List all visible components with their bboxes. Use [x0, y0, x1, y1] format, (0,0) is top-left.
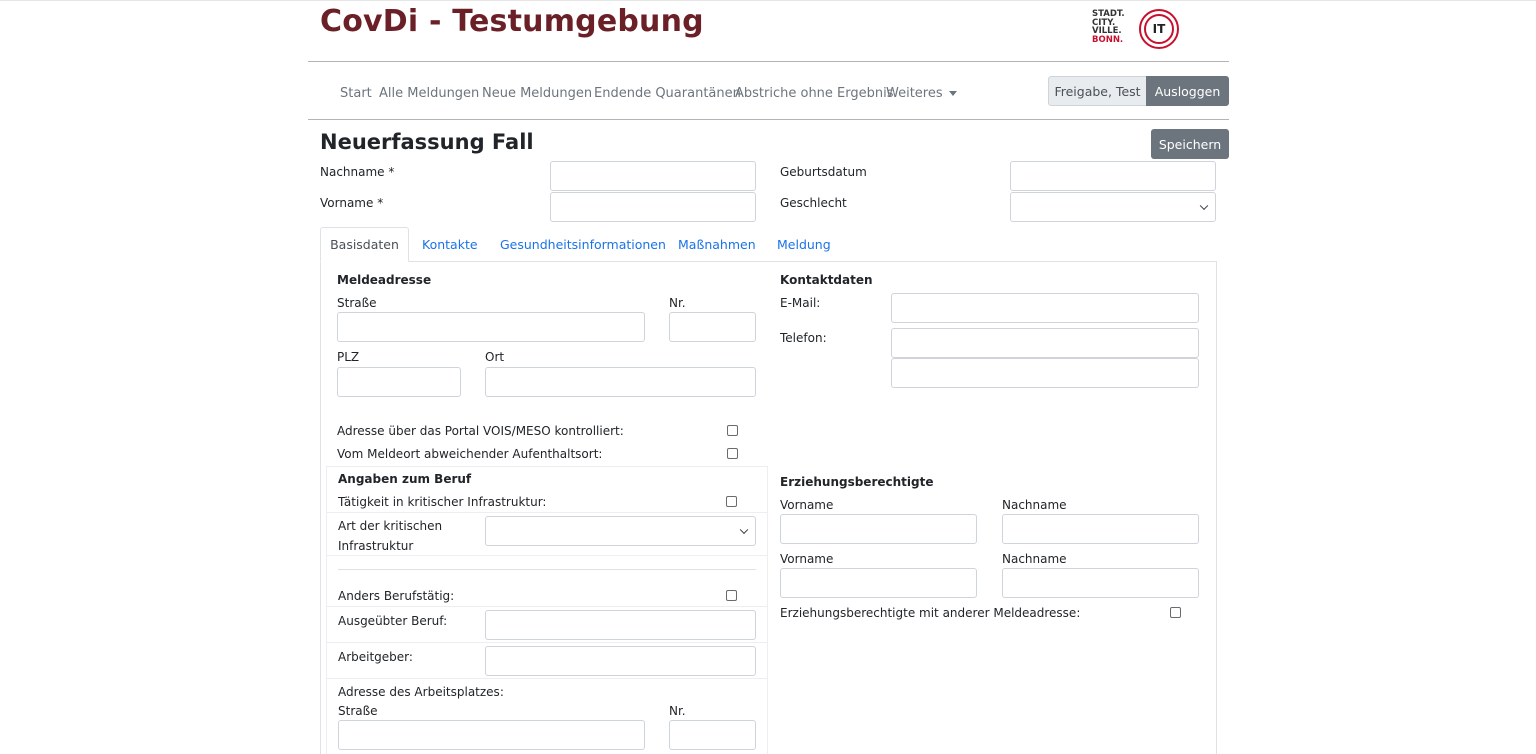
- erziehung-nachname-input-2[interactable]: [1002, 568, 1199, 598]
- abweichend-checkbox[interactable]: [727, 448, 738, 459]
- geburtsdatum-input[interactable]: [1010, 161, 1216, 191]
- tab-meldung[interactable]: Meldung: [777, 237, 831, 252]
- ort-input[interactable]: [485, 367, 756, 397]
- nav-weiteres-label: Weiteres: [886, 86, 943, 101]
- it-logo-text: IT: [1144, 14, 1174, 44]
- arbeitsplatz-nr-label: Nr.: [669, 704, 686, 718]
- panel-border-left: [320, 261, 321, 754]
- art-label-line1: Art der kritischen: [338, 519, 443, 533]
- vois-checkbox[interactable]: [727, 425, 738, 436]
- tabs-divider: [320, 261, 1217, 262]
- geschlecht-select[interactable]: [1010, 192, 1216, 222]
- erziehung-title: Erziehungsberechtigte: [780, 475, 934, 489]
- nr-input[interactable]: [669, 312, 756, 342]
- nav-divider: [308, 119, 1229, 120]
- logo-line: BONN.: [1092, 34, 1124, 45]
- nav-abstriche-ohne-ergebnis[interactable]: Abstriche ohne Ergebnis: [735, 86, 894, 101]
- header-divider: [308, 61, 1229, 62]
- beruf-label: Ausgeübter Beruf:: [338, 614, 448, 628]
- kontaktdaten-title: Kontaktdaten: [780, 273, 873, 287]
- anders-checkbox[interactable]: [726, 590, 737, 601]
- erziehung-nachname-input[interactable]: [1002, 514, 1199, 544]
- strasse-input[interactable]: [337, 312, 645, 342]
- arbeitsplatz-strasse-label: Straße: [338, 704, 378, 718]
- geschlecht-label: Geschlecht: [780, 196, 847, 210]
- erziehung-nachname-label-2: Nachname: [1002, 552, 1067, 566]
- vois-label: Adresse über das Portal VOIS/MESO kontro…: [337, 424, 624, 438]
- save-button[interactable]: Speichern: [1151, 129, 1229, 159]
- beruf-box-top: [326, 466, 768, 467]
- beruf-separator: [338, 569, 756, 570]
- telefon-input-2[interactable]: [891, 358, 1199, 388]
- arbeitsplatz-adresse-label: Adresse des Arbeitsplatzes:: [338, 685, 504, 699]
- tab-massnahmen[interactable]: Maßnahmen: [678, 237, 756, 252]
- app-title: CovDi - Testumgebung: [320, 4, 704, 39]
- strasse-label: Straße: [337, 296, 377, 310]
- nav-start[interactable]: Start: [340, 86, 372, 101]
- beruf-input[interactable]: [485, 610, 756, 640]
- page-title: Neuerfassung Fall: [320, 130, 534, 154]
- caret-down-icon: [948, 91, 957, 96]
- top-border: [0, 0, 1536, 1]
- chevron-down-icon: [1199, 201, 1209, 211]
- beruf-row-divider: [326, 606, 768, 607]
- erziehung-vorname-input[interactable]: [780, 514, 977, 544]
- erziehung-andere-adresse-label: Erziehungsberechtigte mit anderer Meldea…: [780, 606, 1081, 620]
- ort-label: Ort: [485, 350, 505, 364]
- plz-label: PLZ: [337, 350, 360, 364]
- city-bonn-logo: STADT. CITY. VILLE. BONN.: [1092, 10, 1128, 44]
- art-infrastruktur-select[interactable]: [485, 516, 756, 546]
- tab-kontakte[interactable]: Kontakte: [422, 237, 478, 252]
- beruf-title: Angaben zum Beruf: [338, 472, 472, 486]
- email-input[interactable]: [891, 293, 1199, 323]
- arbeitgeber-label: Arbeitgeber:: [338, 650, 413, 664]
- erziehung-vorname-label-2: Vorname: [780, 552, 834, 566]
- erziehung-vorname-input-2[interactable]: [780, 568, 977, 598]
- geburtsdatum-label: Geburtsdatum: [780, 165, 867, 179]
- it-logo: IT: [1139, 9, 1179, 49]
- beruf-row-divider: [326, 642, 768, 643]
- vorname-input[interactable]: [550, 192, 756, 222]
- kritisch-label: Tätigkeit in kritischer Infrastruktur:: [338, 495, 547, 509]
- telefon-label: Telefon:: [780, 331, 827, 345]
- nav-alle-meldungen[interactable]: Alle Meldungen: [379, 86, 479, 101]
- arbeitsplatz-strasse-input[interactable]: [338, 720, 645, 750]
- erziehung-vorname-label: Vorname: [780, 498, 834, 512]
- chevron-down-icon: [739, 525, 749, 535]
- nr-label: Nr.: [669, 296, 686, 310]
- anders-label: Anders Berufstätig:: [338, 589, 455, 603]
- nav-weiteres-dropdown[interactable]: Weiteres: [886, 86, 957, 101]
- kritisch-checkbox[interactable]: [726, 496, 737, 507]
- nachname-label: Nachname *: [320, 165, 395, 179]
- panel-border-right: [1216, 261, 1217, 754]
- nav-neue-meldungen[interactable]: Neue Meldungen: [482, 86, 592, 101]
- erziehung-nachname-label: Nachname: [1002, 498, 1067, 512]
- tab-basisdaten[interactable]: Basisdaten: [320, 227, 409, 262]
- beruf-box-right: [767, 466, 768, 754]
- nachname-input[interactable]: [550, 161, 756, 191]
- arbeitsplatz-nr-input[interactable]: [669, 720, 756, 750]
- user-button[interactable]: Freigabe, Test: [1048, 76, 1147, 106]
- erziehung-andere-adresse-checkbox[interactable]: [1170, 607, 1181, 618]
- vorname-label: Vorname *: [320, 196, 384, 210]
- telefon-input[interactable]: [891, 328, 1199, 358]
- arbeitgeber-input[interactable]: [485, 646, 756, 676]
- beruf-row-divider: [326, 512, 768, 513]
- tab-gesundheitsinformationen[interactable]: Gesundheitsinformationen: [500, 237, 666, 252]
- beruf-box-left: [326, 466, 327, 754]
- email-label: E-Mail:: [780, 296, 821, 310]
- meldeadresse-title: Meldeadresse: [337, 273, 432, 287]
- plz-input[interactable]: [337, 367, 461, 397]
- abweichend-label: Vom Meldeort abweichender Aufenthaltsort…: [337, 447, 603, 461]
- beruf-row-divider: [326, 555, 768, 556]
- art-label-line2: Infrastruktur: [338, 539, 414, 553]
- logout-button[interactable]: Ausloggen: [1146, 76, 1229, 106]
- nav-endende-quarantaenen[interactable]: Endende Quarantänen: [594, 86, 741, 101]
- beruf-row-divider: [326, 678, 768, 679]
